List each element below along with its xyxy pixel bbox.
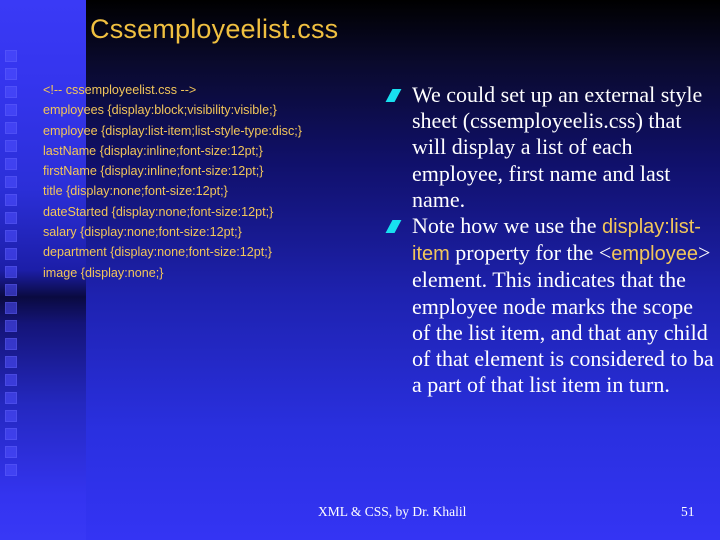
decorative-square xyxy=(5,284,17,296)
code-line: lastName {display:inline;font-size:12pt;… xyxy=(43,143,263,158)
decorative-square xyxy=(5,410,17,422)
decorative-square xyxy=(5,212,17,224)
slide: Cssemployeelist.css <!-- cssemployeelist… xyxy=(0,0,720,540)
decorative-square xyxy=(5,176,17,188)
decorative-square xyxy=(5,392,17,404)
code-line: employee {display:list-item;list-style-t… xyxy=(43,123,302,138)
decorative-square xyxy=(5,302,17,314)
decorative-square xyxy=(5,266,17,278)
decorative-square xyxy=(5,320,17,332)
inline-code: employee xyxy=(611,243,698,266)
code-line: image {display:none;} xyxy=(43,265,164,280)
decorative-square xyxy=(5,86,17,98)
decorative-square xyxy=(5,374,17,386)
decorative-square xyxy=(5,230,17,242)
page-number: 51 xyxy=(681,504,695,519)
decorative-squares xyxy=(5,50,19,482)
decorative-square xyxy=(5,122,17,134)
decorative-square xyxy=(5,140,17,152)
code-line: salary {display:none;font-size:12pt;} xyxy=(43,225,242,240)
decorative-square xyxy=(5,356,17,368)
bullet-text: Note how we use the xyxy=(412,213,603,239)
bullet-list: We could set up an external style sheet … xyxy=(385,82,715,398)
decorative-square xyxy=(5,104,17,116)
css-code-block: <!-- cssemployeelist.css --> employees {… xyxy=(43,80,302,283)
code-line: title {display:none;font-size:12pt;} xyxy=(43,184,228,199)
decorative-square xyxy=(5,446,17,458)
decorative-square xyxy=(5,194,17,206)
footer-text: XML & CSS, by Dr. Khalil xyxy=(318,504,467,519)
slide-title: Cssemployeelist.css xyxy=(90,14,339,44)
bullet-item: We could set up an external style sheet … xyxy=(385,82,715,213)
bullet-marker-icon xyxy=(385,220,402,234)
decorative-square xyxy=(5,248,17,260)
decorative-square xyxy=(5,428,17,440)
bullet-item: Note how we use the display:list-item pr… xyxy=(385,213,715,398)
decorative-square xyxy=(5,68,17,80)
decorative-square xyxy=(5,464,17,476)
bullet-text: We could set up an external style sheet … xyxy=(412,82,703,212)
code-line: employees {display:block;visibility:visi… xyxy=(43,103,277,118)
decorative-square xyxy=(5,50,17,62)
decorative-square xyxy=(5,158,17,170)
bullet-marker-icon xyxy=(385,89,402,102)
code-line: <!-- cssemployeelist.css --> xyxy=(43,83,197,97)
decorative-square xyxy=(5,338,17,350)
code-line: dateStarted {display:none;font-size:12pt… xyxy=(43,204,274,219)
code-line: department {display:none;font-size:12pt;… xyxy=(43,245,272,260)
bullet-text: property for the < xyxy=(449,240,612,266)
code-line: firstName {display:inline;font-size:12pt… xyxy=(43,164,264,179)
